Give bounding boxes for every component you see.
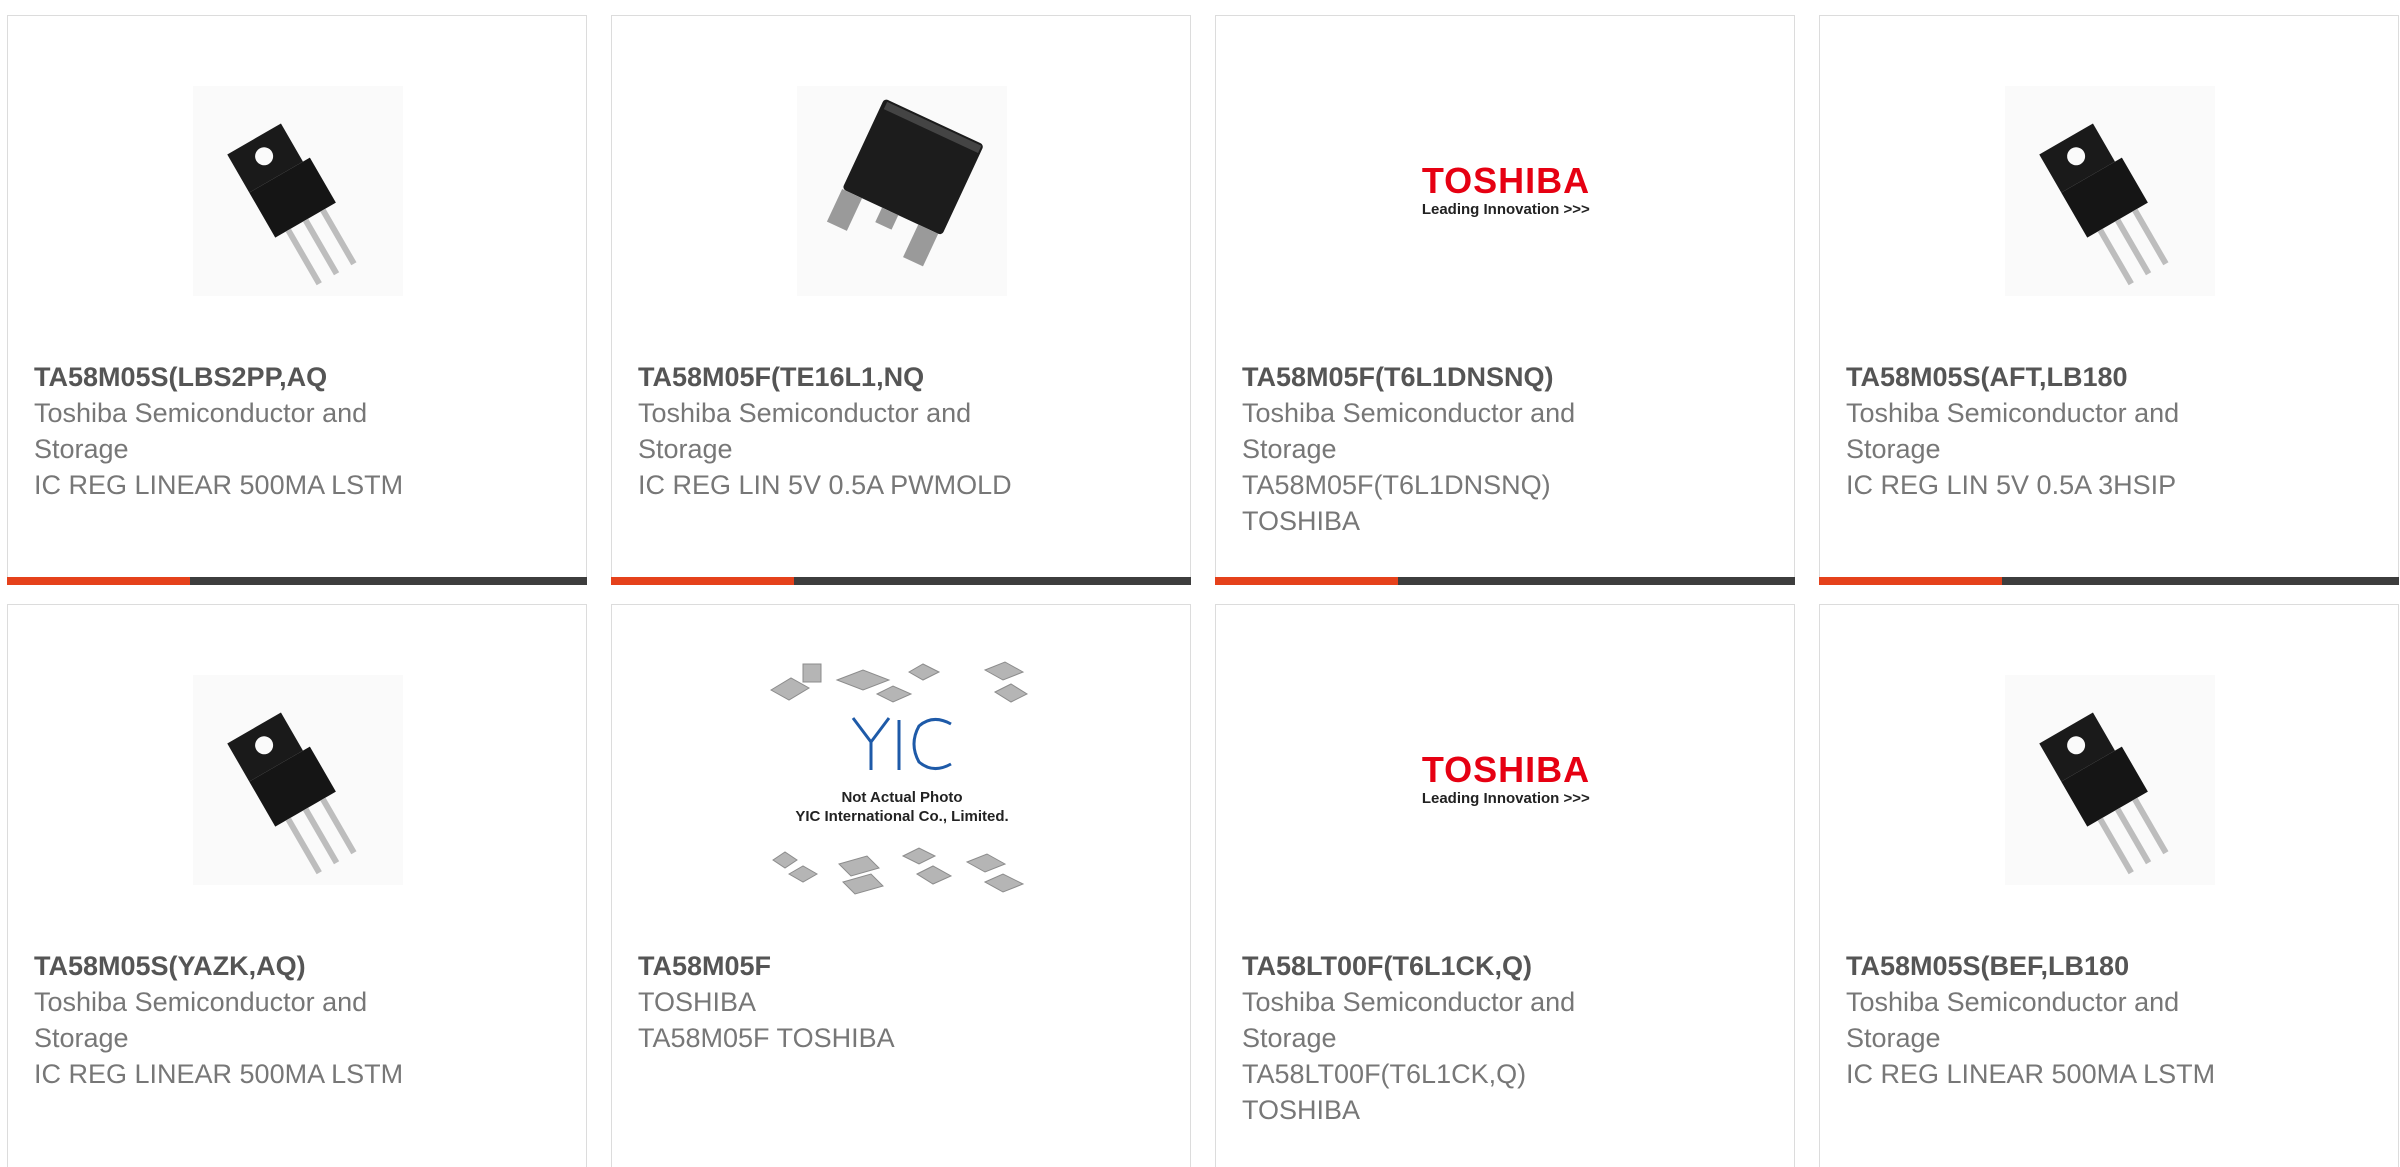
toshiba-logo: TOSHIBA Leading Innovation >>>: [1421, 160, 1591, 219]
product-info: TA58M05F(T6L1DNSNQ) Toshiba Semiconducto…: [1242, 359, 1672, 539]
placeholder-caption: Not Actual Photo YIC International Co., …: [795, 789, 1008, 825]
toshiba-logo: TOSHIBA Leading Innovation >>>: [1421, 749, 1591, 808]
manufacturer-line: Storage: [1846, 1023, 1941, 1053]
product-image-to220[interactable]: [193, 675, 403, 885]
card-accent-bar: [611, 577, 1191, 585]
product-card[interactable]: TA58M05S(AFT,LB180 Toshiba Semiconductor…: [1819, 15, 2399, 585]
dpak-package-icon: [797, 86, 1007, 296]
product-image-to220[interactable]: [2005, 86, 2215, 296]
product-image-toshiba-logo[interactable]: TOSHIBA Leading Innovation >>>: [1401, 86, 1611, 296]
description-line: IC REG LINEAR 500MA LSTM: [34, 470, 404, 500]
part-number-link[interactable]: TA58M05F(TE16L1,NQ: [638, 359, 1068, 395]
description-line: TA58LT00F(T6L1CK,Q): [1242, 1059, 1527, 1089]
manufacturer-line: Toshiba Semiconductor and: [638, 398, 972, 428]
product-image-dpak[interactable]: [797, 86, 1007, 296]
description-line: TOSHIBA: [1242, 1095, 1361, 1125]
manufacturer-line: Storage: [1242, 434, 1337, 464]
card-accent-bar: [7, 577, 587, 585]
description-line: IC REG LIN 5V 0.5A 3HSIP: [1846, 470, 2177, 500]
to220-transistor-icon: [193, 86, 403, 296]
manufacturer-line: Storage: [1242, 1023, 1337, 1053]
manufacturer-line: Storage: [1846, 434, 1941, 464]
manufacturer-line: Storage: [638, 434, 733, 464]
product-info: TA58M05F TOSHIBA TA58M05F TOSHIBA: [638, 948, 1068, 1056]
manufacturer-line: Toshiba Semiconductor and: [1846, 987, 2180, 1017]
part-number-link[interactable]: TA58M05S(AFT,LB180: [1846, 359, 2276, 395]
product-info: TA58M05S(AFT,LB180 Toshiba Semiconductor…: [1846, 359, 2276, 503]
product-info: TA58M05S(LBS2PP,AQ Toshiba Semiconductor…: [34, 359, 464, 503]
card-accent-bar: [1215, 577, 1795, 585]
manufacturer-line: Storage: [34, 1023, 129, 1053]
description-line: IC REG LINEAR 500MA LSTM: [1846, 1059, 2216, 1089]
manufacturer-line: Toshiba Semiconductor and: [1846, 398, 2180, 428]
product-info: TA58M05S(YAZK,AQ) Toshiba Semiconductor …: [34, 948, 464, 1092]
product-card[interactable]: TA58M05F(TE16L1,NQ Toshiba Semiconductor…: [611, 15, 1191, 585]
placeholder-line1: Not Actual Photo: [841, 789, 962, 806]
description-line: TA58M05F(T6L1DNSNQ): [1242, 470, 1551, 500]
product-card[interactable]: Not Actual Photo YIC International Co., …: [611, 604, 1191, 1167]
to220-transistor-icon: [2005, 675, 2215, 885]
product-image-to220[interactable]: [193, 86, 403, 296]
part-number-link[interactable]: TA58LT00F(T6L1CK,Q): [1242, 948, 1672, 984]
part-number-link[interactable]: TA58M05S(YAZK,AQ): [34, 948, 464, 984]
description-line: TA58M05F TOSHIBA: [638, 1023, 895, 1053]
product-card[interactable]: TA58M05S(LBS2PP,AQ Toshiba Semiconductor…: [7, 15, 587, 585]
manufacturer-line: Toshiba Semiconductor and: [1242, 398, 1576, 428]
product-card[interactable]: TA58M05S(YAZK,AQ) Toshiba Semiconductor …: [7, 604, 587, 1167]
manufacturer-line: Storage: [34, 434, 129, 464]
to220-transistor-icon: [2005, 86, 2215, 296]
to220-transistor-icon: [193, 675, 403, 885]
manufacturer-line: TOSHIBA: [638, 987, 757, 1017]
product-grid: TA58M05S(LBS2PP,AQ Toshiba Semiconductor…: [0, 0, 2400, 1167]
part-number-link[interactable]: TA58M05F(T6L1DNSNQ): [1242, 359, 1672, 395]
manufacturer-line: Toshiba Semiconductor and: [34, 987, 368, 1017]
card-accent-bar: [1819, 577, 2399, 585]
product-info: TA58M05S(BEF,LB180 Toshiba Semiconductor…: [1846, 948, 2276, 1092]
product-info: TA58M05F(TE16L1,NQ Toshiba Semiconductor…: [638, 359, 1068, 503]
part-number-link[interactable]: TA58M05S(BEF,LB180: [1846, 948, 2276, 984]
product-image-to220[interactable]: [2005, 675, 2215, 885]
description-line: IC REG LIN 5V 0.5A PWMOLD: [638, 470, 1012, 500]
product-card[interactable]: TOSHIBA Leading Innovation >>> TA58LT00F…: [1215, 604, 1795, 1167]
manufacturer-line: Toshiba Semiconductor and: [1242, 987, 1576, 1017]
product-info: TA58LT00F(T6L1CK,Q) Toshiba Semiconducto…: [1242, 948, 1672, 1128]
description-line: IC REG LINEAR 500MA LSTM: [34, 1059, 404, 1089]
description-line: TOSHIBA: [1242, 506, 1361, 536]
product-image-toshiba-logo[interactable]: TOSHIBA Leading Innovation >>>: [1401, 675, 1611, 885]
product-card[interactable]: TOSHIBA Leading Innovation >>> TA58M05F(…: [1215, 15, 1795, 585]
product-card[interactable]: TA58M05S(BEF,LB180 Toshiba Semiconductor…: [1819, 604, 2399, 1167]
product-image-placeholder[interactable]: Not Actual Photo YIC International Co., …: [767, 660, 1037, 910]
part-number-link[interactable]: TA58M05S(LBS2PP,AQ: [34, 359, 464, 395]
part-number-link[interactable]: TA58M05F: [638, 948, 1068, 984]
placeholder-line2: YIC International Co., Limited.: [795, 808, 1008, 825]
not-actual-photo-icon: Not Actual Photo YIC International Co., …: [770, 661, 1029, 895]
manufacturer-line: Toshiba Semiconductor and: [34, 398, 368, 428]
